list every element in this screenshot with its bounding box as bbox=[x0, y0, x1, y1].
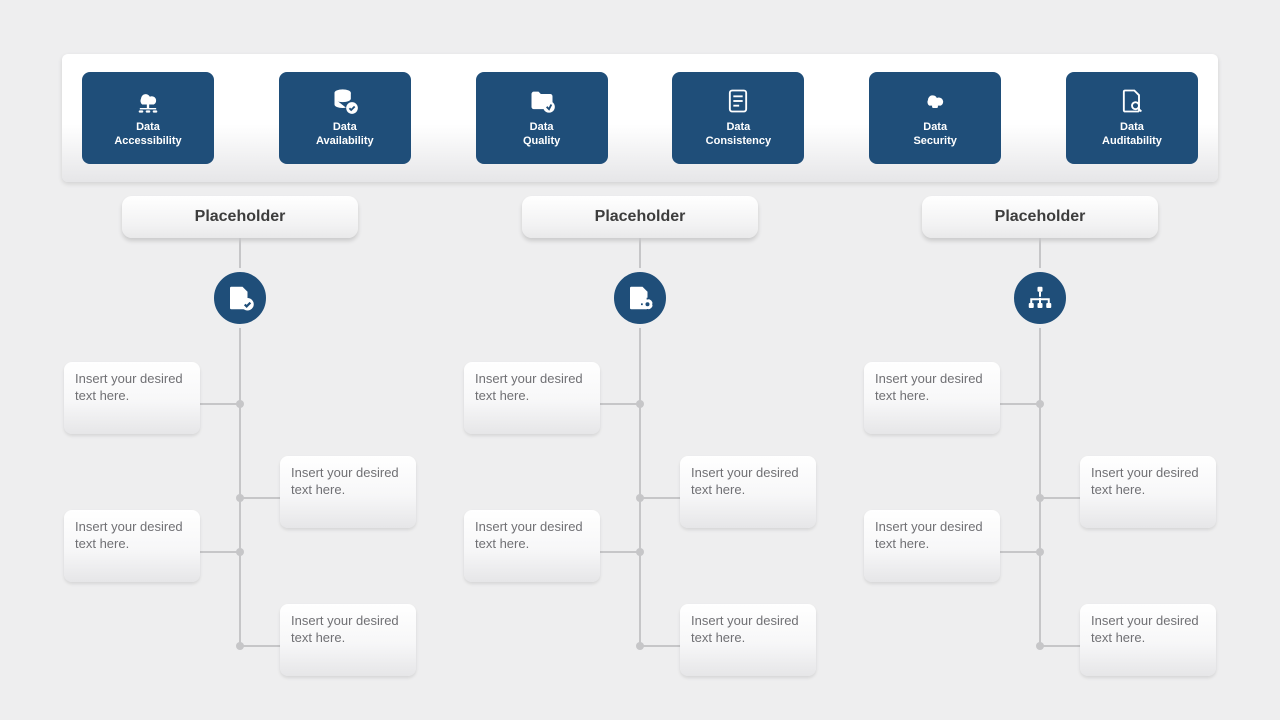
cloud-network-icon bbox=[134, 87, 162, 115]
category-label: DataAuditability bbox=[1102, 121, 1162, 149]
category-label: DataConsistency bbox=[706, 121, 771, 149]
column-2: Placeholder Insert your desired text her… bbox=[460, 190, 820, 700]
document-search-icon bbox=[1118, 87, 1146, 115]
connector-line bbox=[1042, 497, 1080, 499]
document-list-icon bbox=[724, 87, 752, 115]
category-data-availability: DataAvailability bbox=[279, 72, 411, 164]
document-gear-icon bbox=[610, 268, 670, 328]
connector-line bbox=[1042, 645, 1080, 647]
connector-line bbox=[242, 497, 280, 499]
category-data-accessibility: DataAccessibility bbox=[82, 72, 214, 164]
category-label: DataAvailability bbox=[316, 121, 374, 149]
connector-line bbox=[200, 551, 238, 553]
note-box: Insert your desired text here. bbox=[864, 510, 1000, 582]
column-title: Placeholder bbox=[122, 196, 358, 238]
connector-line bbox=[1000, 403, 1038, 405]
note-box: Insert your desired text here. bbox=[1080, 456, 1216, 528]
column-title: Placeholder bbox=[522, 196, 758, 238]
category-label: DataQuality bbox=[523, 121, 560, 149]
connector-line bbox=[200, 403, 238, 405]
note-box: Insert your desired text here. bbox=[464, 362, 600, 434]
note-box: Insert your desired text here. bbox=[464, 510, 600, 582]
columns-container: Placeholder Insert your desired text her… bbox=[60, 190, 1220, 700]
note-box: Insert your desired text here. bbox=[1080, 604, 1216, 676]
category-data-security: DataSecurity bbox=[869, 72, 1001, 164]
column-1: Placeholder Insert your desired text her… bbox=[60, 190, 420, 700]
note-box: Insert your desired text here. bbox=[680, 604, 816, 676]
note-box: Insert your desired text here. bbox=[864, 362, 1000, 434]
connector-line bbox=[242, 645, 280, 647]
category-data-auditability: DataAuditability bbox=[1066, 72, 1198, 164]
document-check-icon bbox=[210, 268, 270, 328]
connector-line bbox=[600, 551, 638, 553]
column-title: Placeholder bbox=[922, 196, 1158, 238]
note-box: Insert your desired text here. bbox=[64, 362, 200, 434]
note-box: Insert your desired text here. bbox=[280, 456, 416, 528]
cloud-lock-icon bbox=[921, 87, 949, 115]
category-label: DataSecurity bbox=[913, 121, 956, 149]
category-data-consistency: DataConsistency bbox=[672, 72, 804, 164]
category-data-quality: DataQuality bbox=[476, 72, 608, 164]
note-box: Insert your desired text here. bbox=[680, 456, 816, 528]
database-check-icon bbox=[331, 87, 359, 115]
connector-line bbox=[642, 645, 680, 647]
org-chart-icon bbox=[1010, 268, 1070, 328]
note-box: Insert your desired text here. bbox=[280, 604, 416, 676]
connector-line bbox=[1000, 551, 1038, 553]
connector-line bbox=[642, 497, 680, 499]
category-label: DataAccessibility bbox=[114, 121, 181, 149]
note-box: Insert your desired text here. bbox=[64, 510, 200, 582]
folder-arrow-icon bbox=[528, 87, 556, 115]
connector-line bbox=[600, 403, 638, 405]
category-band: DataAccessibility DataAvailability DataQ… bbox=[62, 54, 1218, 182]
column-3: Placeholder Insert your desired text her… bbox=[860, 190, 1220, 700]
